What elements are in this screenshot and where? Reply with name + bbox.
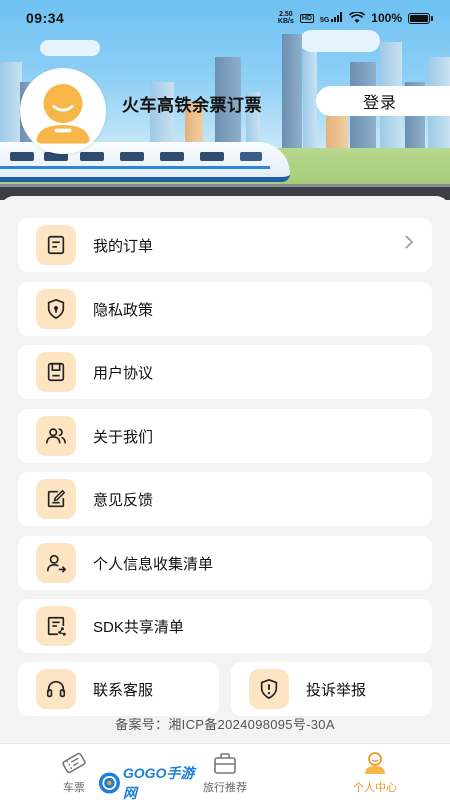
- net-speed: 2.50 KB/s: [278, 11, 294, 25]
- building: [282, 34, 302, 152]
- document-icon: [36, 352, 76, 392]
- menu-label: SDK共享清单: [93, 618, 184, 636]
- edit-note-icon: [36, 479, 76, 519]
- document-share-icon: [36, 606, 76, 646]
- bottom-tab-bar: 车票 GOGO手游网 旅行推荐 个人中心: [0, 743, 450, 800]
- tab-personal-center[interactable]: 个人中心: [335, 744, 415, 800]
- avatar-icon: [23, 71, 103, 151]
- orders-icon: [36, 225, 76, 265]
- building: [0, 62, 22, 152]
- signal-label: 5G: [320, 17, 330, 24]
- menu-label: 投诉举报: [306, 681, 367, 699]
- signal-bars-icon: [331, 12, 343, 22]
- menu-label: 个人信息收集清单: [93, 555, 214, 573]
- menu-item-my-orders[interactable]: 我的订单: [18, 218, 432, 272]
- login-button[interactable]: 登录: [316, 86, 450, 116]
- gamepad-logo-icon: [98, 772, 120, 794]
- menu-item-sdk-share-list[interactable]: SDK共享清单: [18, 599, 432, 653]
- content-sheet: [0, 196, 450, 210]
- tab-travel-recommend[interactable]: 旅行推荐: [185, 744, 265, 800]
- headset-icon: [36, 669, 76, 709]
- cloud: [40, 40, 100, 56]
- menu-item-feedback[interactable]: 意见反馈: [18, 472, 432, 526]
- shield-lock-icon: [36, 289, 76, 329]
- hd-icon: HD: [299, 13, 314, 23]
- net-speed-value: 2.50: [279, 11, 293, 18]
- status-icons: 2.50 KB/s HD 5G 100%: [278, 11, 433, 25]
- battery-icon: [408, 12, 433, 24]
- status-bar: 09:34 2.50 KB/s HD 5G 100%: [0, 0, 450, 36]
- menu-item-privacy-policy[interactable]: 隐私政策: [18, 282, 432, 336]
- ticket-icon: [62, 752, 86, 774]
- menu-item-user-agreement[interactable]: 用户协议: [18, 345, 432, 399]
- menu-item-personal-info-list[interactable]: 个人信息收集清单: [18, 536, 432, 590]
- signal-icon: 5G: [320, 12, 343, 24]
- menu-label: 意见反馈: [93, 491, 154, 509]
- net-speed-unit: KB/s: [277, 18, 294, 25]
- users-icon: [36, 416, 76, 456]
- menu-label: 我的订单: [93, 237, 154, 255]
- app-title: 火车高铁余票订票: [122, 96, 262, 115]
- menu-item-contact-service[interactable]: 联系客服: [18, 662, 219, 716]
- menu-item-complaint-report[interactable]: 投诉举报: [231, 662, 432, 716]
- battery-percent: 100%: [371, 11, 402, 25]
- user-arrow-icon: [36, 543, 76, 583]
- wifi-icon: [349, 12, 366, 23]
- menu-label: 隐私政策: [93, 301, 154, 319]
- user-avatar[interactable]: [20, 68, 106, 154]
- status-time: 09:34: [26, 10, 65, 26]
- building: [303, 52, 317, 152]
- menu-item-about-us[interactable]: 关于我们: [18, 409, 432, 463]
- watermark: GOGO手游网: [98, 765, 198, 800]
- tab-label: 个人中心: [353, 782, 397, 794]
- user-icon: [365, 752, 385, 774]
- icp-record: 备案号：湘ICP备2024098095号-30A: [115, 717, 335, 732]
- tab-label: 车票: [63, 782, 85, 794]
- chevron-right-icon: [404, 235, 414, 254]
- tab-label: 旅行推荐: [203, 782, 247, 794]
- alert-shield-icon: [249, 669, 289, 709]
- menu-label: 关于我们: [93, 428, 154, 446]
- suitcase-icon: [214, 753, 236, 774]
- menu-label: 联系客服: [93, 681, 154, 699]
- menu-label: 用户协议: [93, 364, 154, 382]
